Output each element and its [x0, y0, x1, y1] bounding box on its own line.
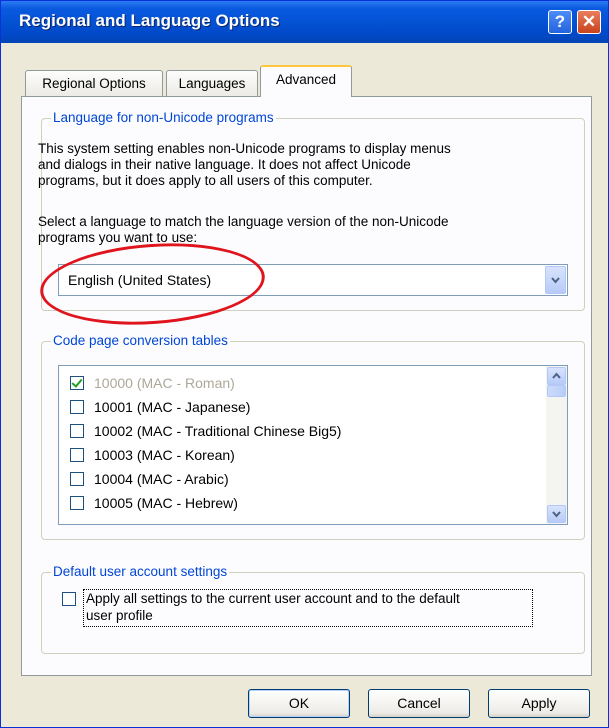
apply-default-user-checkbox[interactable] [62, 592, 76, 606]
apply-label-line: Apply all settings to the current user a… [86, 591, 460, 606]
non-unicode-legend: Language for non-Unicode programs [51, 110, 276, 125]
window-title: Regional and Language Options [19, 11, 280, 30]
code-page-listbox[interactable]: 10000 (MAC - Roman) 10001 (MAC - Japanes… [58, 365, 568, 525]
checkbox[interactable] [70, 400, 84, 414]
list-item-label: 10002 (MAC - Traditional Chinese Big5) [94, 423, 342, 439]
description-line: This system setting enables non-Unicode … [38, 141, 451, 156]
title-bar[interactable]: Regional and Language Options ? ✕ [1, 1, 608, 43]
checkbox-checked[interactable] [70, 376, 84, 390]
list-item-label: 10004 (MAC - Arabic) [94, 471, 229, 487]
list-item-label: 10000 (MAC - Roman) [94, 375, 235, 391]
description-line: and dialogs in their native language. It… [38, 157, 411, 172]
chevron-up-icon [552, 372, 561, 379]
tab-languages[interactable]: Languages [166, 70, 258, 96]
chevron-down-icon [551, 277, 560, 284]
language-select-prompt: Select a language to match the language … [38, 214, 568, 246]
chevron-down-icon [552, 511, 561, 518]
cancel-button-label: Cancel [397, 695, 441, 711]
description-line: programs, but it does apply to all users… [38, 173, 373, 188]
regional-language-options-dialog: Regional and Language Options ? ✕ Region… [0, 0, 609, 728]
tab-advanced[interactable]: Advanced [260, 65, 352, 97]
code-page-legend: Code page conversion tables [51, 333, 230, 348]
non-unicode-description: This system setting enables non-Unicode … [38, 141, 568, 189]
close-x-icon: ✕ [581, 12, 597, 31]
help-button[interactable]: ? [548, 10, 572, 34]
list-item-label: 10005 (MAC - Hebrew) [94, 495, 238, 511]
checkbox[interactable] [70, 472, 84, 486]
apply-button-label: Apply [521, 695, 557, 711]
vertical-scrollbar[interactable] [546, 366, 567, 524]
tab-regional-options-label: Regional Options [42, 76, 146, 91]
tab-regional-options[interactable]: Regional Options [25, 70, 163, 96]
default-user-legend: Default user account settings [51, 564, 230, 579]
scroll-up-button[interactable] [547, 367, 566, 385]
select-prompt-line: programs you want to use: [38, 230, 198, 245]
apply-default-user-label[interactable]: Apply all settings to the current user a… [83, 589, 533, 627]
checkbox[interactable] [70, 496, 84, 510]
list-item-label: 10001 (MAC - Japanese) [94, 399, 251, 415]
apply-button[interactable]: Apply [488, 689, 590, 718]
scroll-thumb[interactable] [547, 385, 566, 397]
list-item-label: 10003 (MAC - Korean) [94, 447, 235, 463]
scroll-down-button[interactable] [547, 505, 566, 523]
select-prompt-line: Select a language to match the language … [38, 214, 449, 229]
tab-languages-label: Languages [178, 76, 246, 91]
checkbox[interactable] [70, 424, 84, 438]
question-mark-icon: ? [554, 12, 566, 31]
ok-button[interactable]: OK [248, 689, 350, 718]
apply-label-line: user profile [86, 608, 153, 623]
dropdown-button[interactable] [545, 266, 566, 294]
cancel-button[interactable]: Cancel [368, 689, 470, 718]
close-button[interactable]: ✕ [577, 10, 601, 34]
tab-advanced-label: Advanced [275, 72, 337, 87]
checkbox[interactable] [70, 448, 84, 462]
ok-button-label: OK [288, 695, 310, 711]
